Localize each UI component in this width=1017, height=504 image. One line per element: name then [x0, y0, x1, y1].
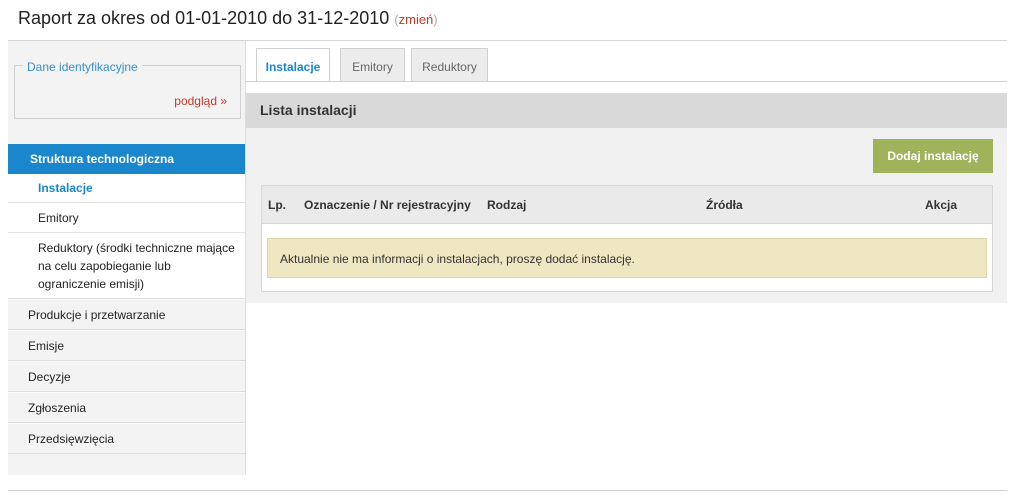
tab-emitters[interactable]: Emitory	[340, 48, 405, 81]
change-period-link[interactable]: zmień	[399, 12, 434, 27]
empty-notice: Aktualnie nie ma informacji o instalacja…	[267, 238, 987, 278]
sidebar-item-technological-structure[interactable]: Struktura technologiczna	[8, 144, 245, 174]
sidebar-item-notifications[interactable]: Zgłoszenia	[8, 392, 245, 423]
sidebar-item-production[interactable]: Produkcje i przetwarzanie	[8, 299, 245, 330]
installations-table: Lp. Oznaczenie / Nr rejestracyjny Rodzaj…	[261, 185, 993, 292]
sidebar-item-projects[interactable]: Przedsięwzięcia	[8, 423, 245, 454]
page-title: Raport za okres od 01-01-2010 do 31-12-2…	[18, 8, 438, 29]
preview-link[interactable]: podgląd »	[174, 94, 227, 108]
panel-title: Lista instalacji	[246, 93, 1007, 128]
column-header-designation: Oznaczenie / Nr rejestracyjny	[304, 198, 471, 212]
installations-panel: Lista instalacji Dodaj instalację Lp. Oz…	[246, 93, 1007, 303]
add-installation-button[interactable]: Dodaj instalację	[873, 139, 993, 173]
column-header-sources: Źródła	[706, 198, 743, 212]
report-period-title: Raport za okres od 01-01-2010 do 31-12-2…	[18, 8, 390, 28]
column-header-type: Rodzaj	[487, 198, 527, 212]
sidebar-item-decisions[interactable]: Decyzje	[8, 361, 245, 392]
sidebar-nav: Produkcje i przetwarzanie Emisje Decyzje…	[8, 299, 245, 454]
sidebar-item-emissions[interactable]: Emisje	[8, 330, 245, 361]
table-header: Lp. Oznaczenie / Nr rejestracyjny Rodzaj…	[262, 186, 992, 224]
identification-legend: Dane identyfikacyjne	[23, 60, 142, 74]
subnav-item-emitters[interactable]: Emitory	[8, 203, 245, 233]
column-header-lp: Lp.	[268, 198, 286, 212]
subnav-item-reducers[interactable]: Reduktory (środki techniczne mające na c…	[8, 233, 245, 299]
tab-reducers[interactable]: Reduktory	[411, 48, 488, 81]
identification-box: Dane identyfikacyjne podgląd »	[14, 60, 241, 119]
sidebar: Dane identyfikacyjne podgląd » Struktura…	[8, 41, 246, 475]
bottom-divider	[8, 490, 1007, 491]
subnav: Instalacje Emitory Reduktory (środki tec…	[8, 174, 245, 299]
change-period: (zmień)	[394, 12, 438, 27]
tab-installations[interactable]: Instalacje	[256, 48, 330, 82]
column-header-action: Akcja	[925, 198, 958, 212]
subnav-item-installations[interactable]: Instalacje	[8, 174, 245, 203]
tab-divider	[245, 81, 1007, 82]
